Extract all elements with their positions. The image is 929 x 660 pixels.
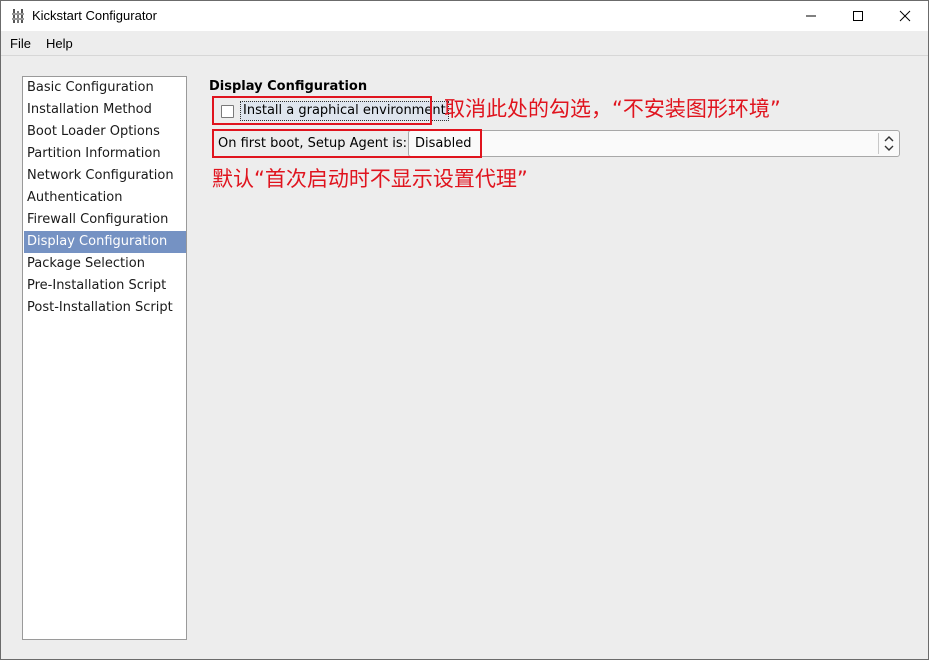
sidebar-item-post-installation-script[interactable]: Post-Installation Script bbox=[24, 297, 186, 319]
app-window: Kickstart Configurator File Help Basic C… bbox=[0, 0, 929, 660]
close-icon bbox=[899, 10, 911, 22]
updown-arrow-icon bbox=[884, 136, 894, 151]
section-title: Display Configuration bbox=[209, 79, 368, 94]
select-arrow bbox=[878, 133, 899, 154]
sidebar-item-display-configuration[interactable]: Display Configuration bbox=[24, 231, 186, 253]
sidebar-item-installation-method[interactable]: Installation Method bbox=[24, 99, 186, 121]
annotation-note-default: 默认“首次启动时不显示设置代理” bbox=[212, 167, 528, 191]
category-list: Basic Configuration Installation Method … bbox=[22, 76, 187, 640]
window-title: Kickstart Configurator bbox=[32, 8, 157, 23]
sidebar-item-authentication[interactable]: Authentication bbox=[24, 187, 186, 209]
menu-bar: File Help bbox=[1, 31, 928, 56]
sidebar-item-network-configuration[interactable]: Network Configuration bbox=[24, 165, 186, 187]
kickstart-app-icon bbox=[12, 9, 24, 23]
maximize-button[interactable] bbox=[835, 1, 881, 31]
sidebar-item-pre-installation-script[interactable]: Pre-Installation Script bbox=[24, 275, 186, 297]
menu-help[interactable]: Help bbox=[46, 36, 73, 51]
maximize-icon bbox=[853, 11, 863, 21]
annotation-box-setup-agent bbox=[212, 129, 482, 158]
title-bar: Kickstart Configurator bbox=[1, 1, 928, 31]
minimize-icon bbox=[806, 15, 816, 17]
minimize-button[interactable] bbox=[788, 1, 834, 31]
menu-file[interactable]: File bbox=[10, 36, 31, 51]
sidebar-item-firewall-configuration[interactable]: Firewall Configuration bbox=[24, 209, 186, 231]
annotation-box-checkbox bbox=[212, 96, 432, 125]
sidebar-item-partition-information[interactable]: Partition Information bbox=[24, 143, 186, 165]
close-button[interactable] bbox=[882, 1, 928, 31]
annotation-note-uncheck: 取消此处的勾选，“不安装图形环境” bbox=[444, 97, 781, 121]
sidebar-item-package-selection[interactable]: Package Selection bbox=[24, 253, 186, 275]
sidebar-item-boot-loader-options[interactable]: Boot Loader Options bbox=[24, 121, 186, 143]
sidebar-item-basic-configuration[interactable]: Basic Configuration bbox=[24, 77, 186, 99]
